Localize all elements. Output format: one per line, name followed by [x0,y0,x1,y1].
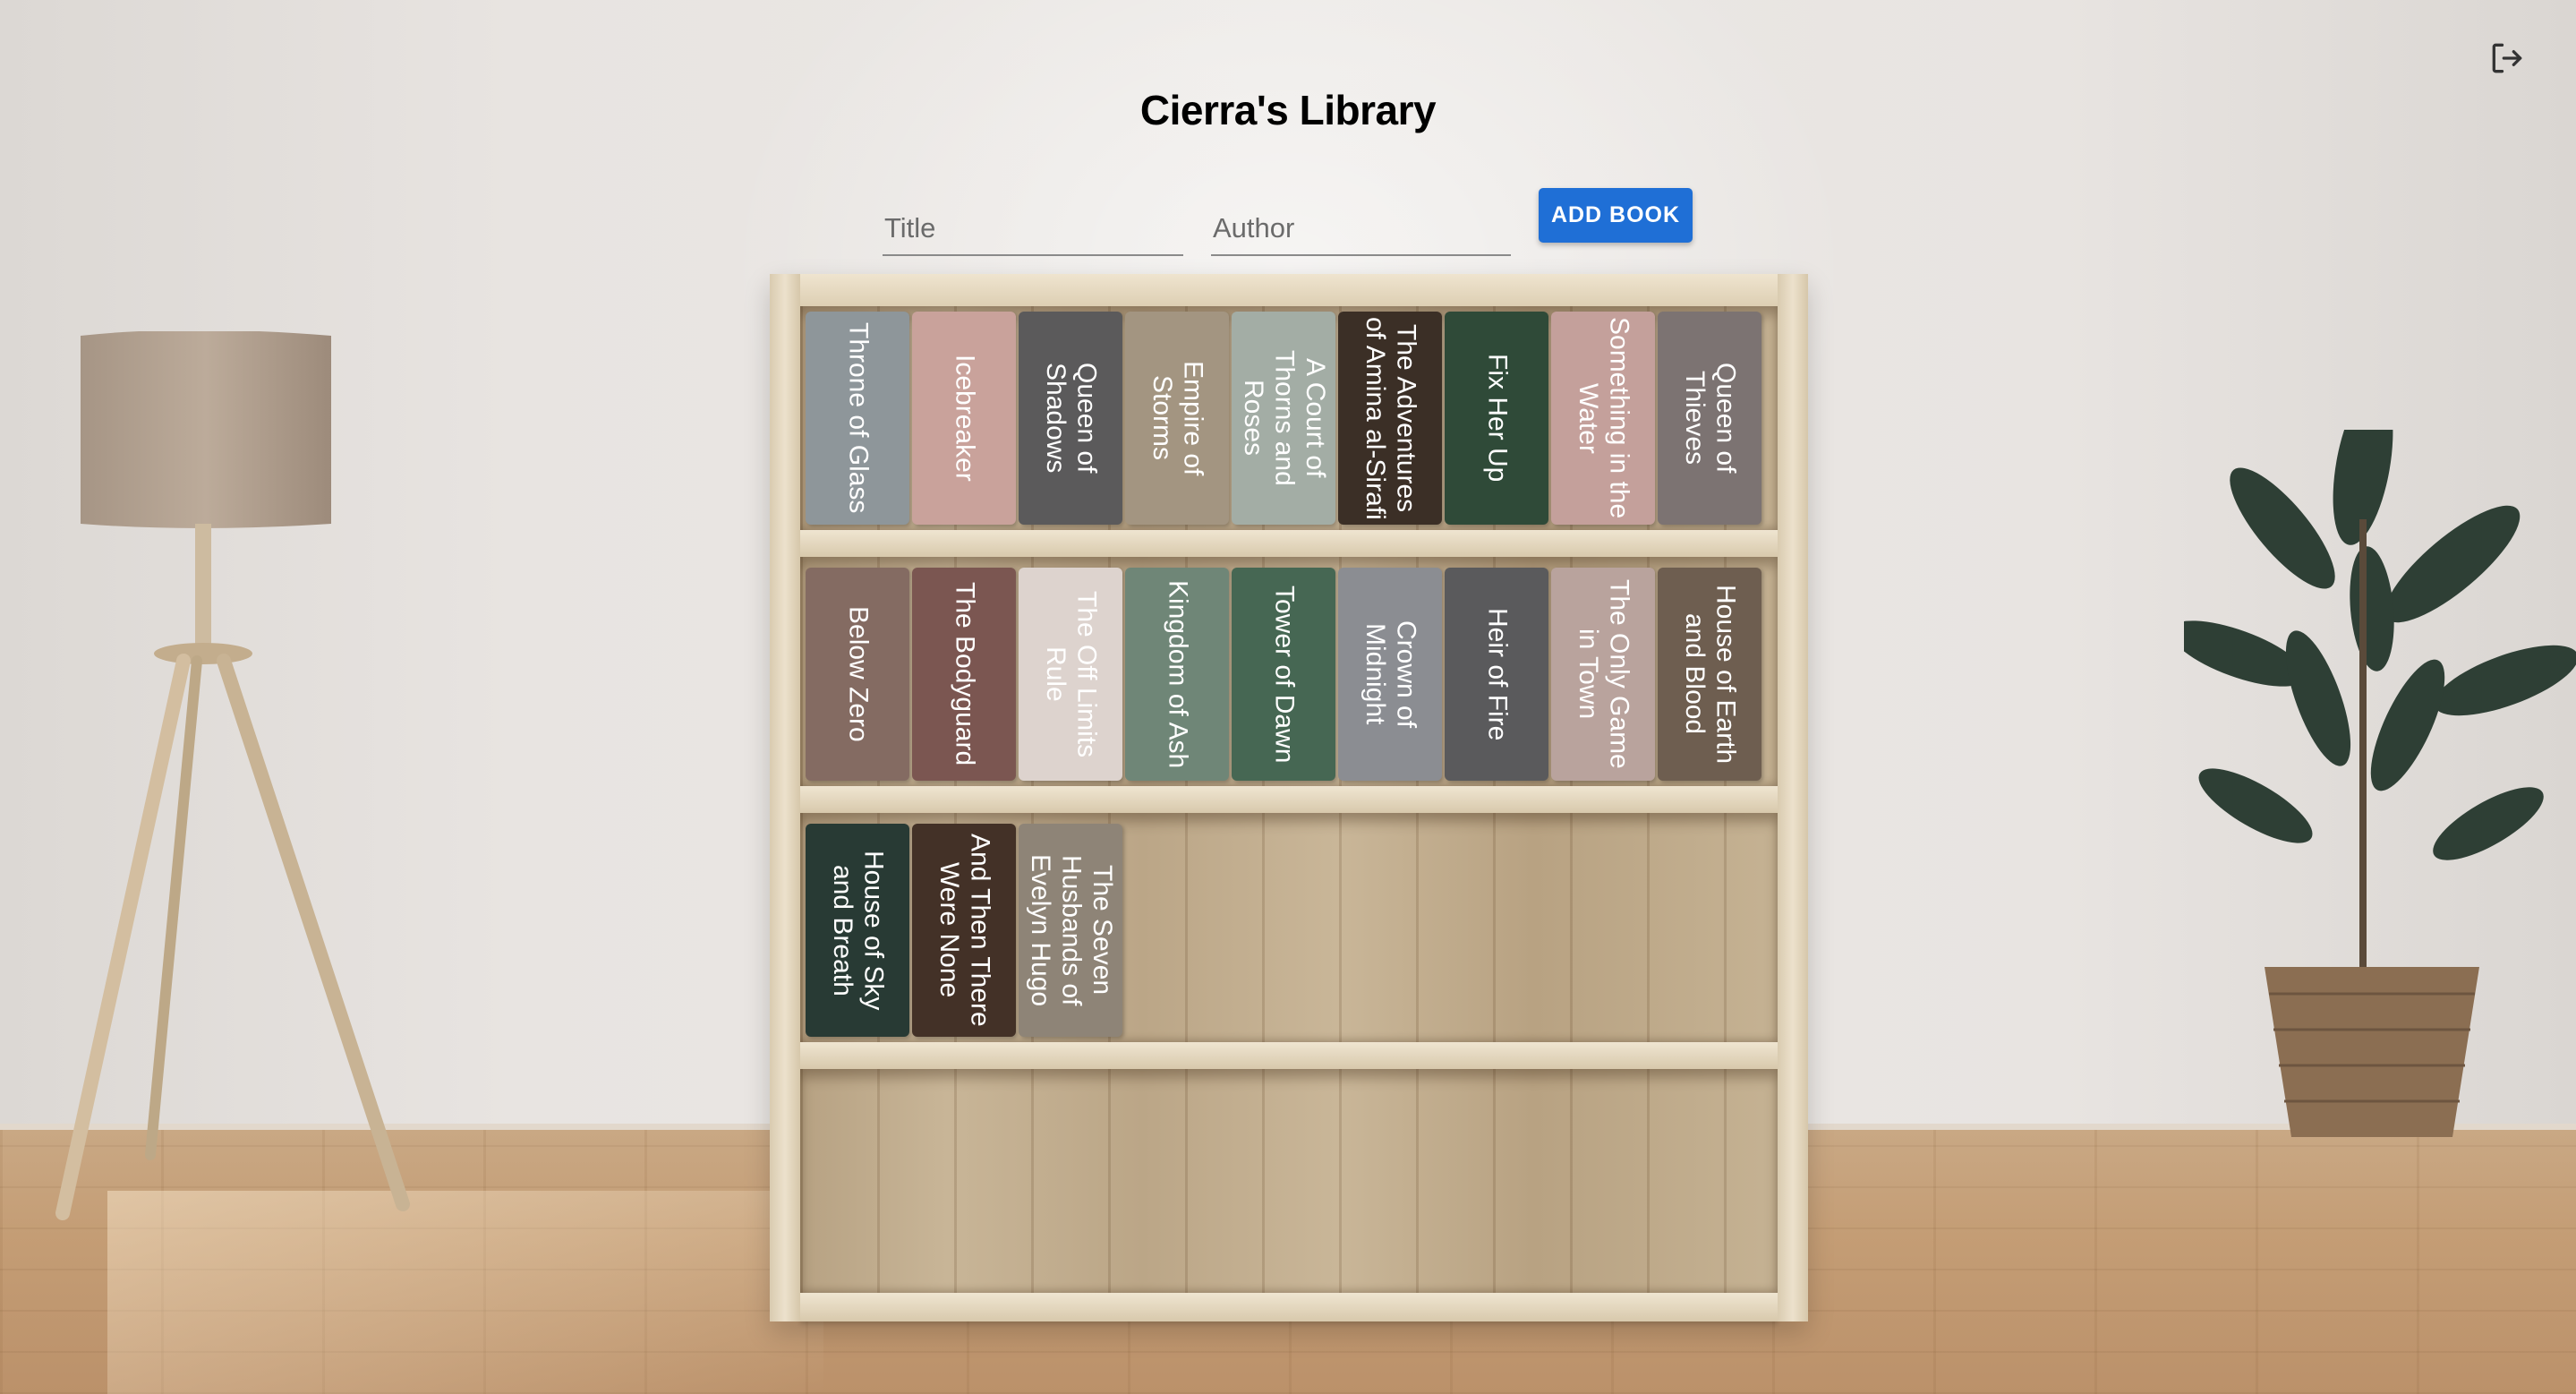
title-input[interactable] [883,202,1183,254]
shelf-3-books: House of Sky and Breath And Then There We… [806,824,1122,1037]
add-book-button[interactable]: ADD BOOK [1539,188,1693,243]
book-title: Icebreaker [950,355,980,482]
book-title: The Only Game in Town [1574,579,1634,769]
page-title: Cierra's Library [1139,87,1437,133]
book-spine[interactable]: Tower of Dawn [1232,568,1335,781]
book-spine[interactable]: Heir of Fire [1445,568,1548,781]
logout-icon [2492,43,2522,73]
book-title: Fix Her Up [1482,354,1513,483]
author-field[interactable] [1211,202,1511,256]
book-spine[interactable]: The Only Game in Town [1551,568,1655,781]
bookshelf-left-side [770,274,800,1321]
book-spine[interactable]: Icebreaker [912,312,1016,525]
book-spine[interactable]: Something in the Water [1551,312,1655,525]
book-title: House of Earth and Blood [1680,584,1741,765]
book-title: Tower of Dawn [1269,585,1300,764]
book-title: Heir of Fire [1482,607,1513,741]
book-spine[interactable]: A Court of Thorns and Roses [1232,312,1335,525]
book-spine[interactable]: Kingdom of Ash [1125,568,1229,781]
book-title: Queen of Thieves [1680,363,1741,474]
book-title: Empire of Storms [1147,360,1208,476]
book-title: Something in the Water [1574,317,1634,519]
logout-button[interactable] [2485,36,2529,81]
book-title: And Then There Were None [934,834,995,1027]
shelf-board [800,1042,1778,1069]
book-spine[interactable]: The Off Limits Rule [1019,568,1122,781]
shelf-2-books: Below Zero The Bodyguard The Off Limits Ru… [806,568,1761,781]
book-spine[interactable]: The Bodyguard [912,568,1016,781]
book-spine[interactable]: And Then There Were None [912,824,1016,1037]
shelf-1: Throne of Glass Icebreaker Queen of Shadow… [800,306,1778,530]
book-title: Throne of Glass [843,322,874,514]
book-title: Crown of Midnight [1361,620,1421,729]
book-spine[interactable]: Fix Her Up [1445,312,1548,525]
book-title: House of Sky and Breath [828,850,889,1011]
book-title: Kingdom of Ash [1163,579,1193,769]
book-spine[interactable]: The Adventures of Amina al-Sirafi [1338,312,1442,525]
book-title: Queen of Shadows [1041,363,1102,474]
book-spine[interactable]: House of Earth and Blood [1658,568,1761,781]
book-spine[interactable]: The Seven Husbands of Evelyn Hugo [1019,824,1122,1037]
book-spine[interactable]: Crown of Midnight [1338,568,1442,781]
shelf-4 [800,1069,1778,1293]
book-title: A Court of Thorns and Roses [1238,350,1330,486]
book-spine[interactable]: Empire of Storms [1125,312,1229,525]
bookshelf-right-side [1778,274,1808,1321]
title-field[interactable] [883,202,1183,256]
shelf-3: House of Sky and Breath And Then There We… [800,813,1778,1042]
author-input[interactable] [1211,202,1511,254]
book-spine[interactable]: Throne of Glass [806,312,909,525]
book-title: The Adventures of Amina al-Sirafi [1361,316,1421,520]
book-title: The Bodyguard [950,582,980,766]
bookshelf-top [770,274,1808,306]
book-spine[interactable]: Queen of Thieves [1658,312,1761,525]
book-title: Below Zero [843,606,874,742]
book-title: The Seven Husbands of Evelyn Hugo [1025,853,1117,1007]
book-title: The Off Limits Rule [1041,590,1102,758]
shelf-board [800,786,1778,813]
book-spine[interactable]: House of Sky and Breath [806,824,909,1037]
book-spine[interactable]: Below Zero [806,568,909,781]
shelf-2: Below Zero The Bodyguard The Off Limits Ru… [800,557,1778,786]
book-spine[interactable]: Queen of Shadows [1019,312,1122,525]
shelf-board [800,1293,1778,1321]
potted-plant-image [2184,430,2576,1137]
shelf-1-books: Throne of Glass Icebreaker Queen of Shadow… [806,312,1761,525]
shelf-board [800,530,1778,557]
floor-lamp-image [55,331,410,1220]
bookshelf: Throne of Glass Icebreaker Queen of Shadow… [770,274,1808,1321]
